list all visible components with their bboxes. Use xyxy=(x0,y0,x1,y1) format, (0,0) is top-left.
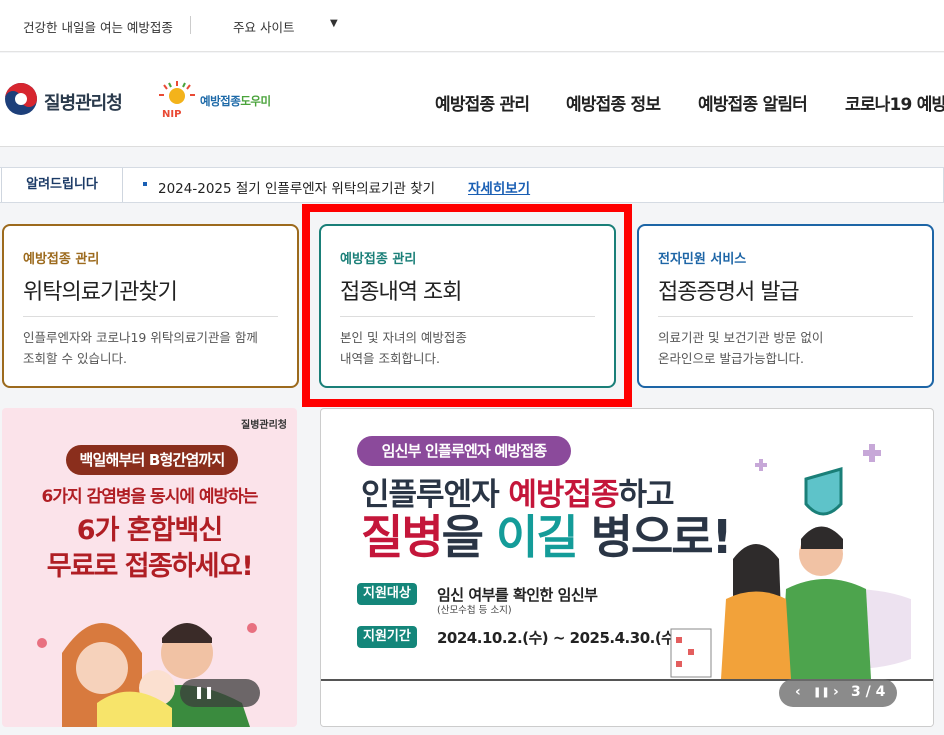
nav-covid19[interactable]: 코로나19 예방 xyxy=(845,90,944,115)
divider xyxy=(658,316,913,317)
banner-logo: 질병관리청 xyxy=(241,420,287,431)
notice-more-link[interactable]: 자세히보기 xyxy=(468,177,530,197)
caret-down-icon[interactable]: ▼ xyxy=(330,18,338,29)
pause-icon: ❚❚ xyxy=(194,685,215,699)
support-target-tag: 지원대상 xyxy=(357,583,417,605)
pause-icon[interactable]: ❚❚ xyxy=(813,687,830,698)
banner-headline: 무료로 접종하세요! xyxy=(46,551,254,582)
nip-logo[interactable]: NIP 예방접종도우미 xyxy=(156,81,296,120)
highlight-box xyxy=(302,204,632,407)
major-sites-dropdown[interactable]: 주요 사이트 xyxy=(233,17,294,36)
banner-hexavalent-vaccine[interactable]: 질병관리청 백일해부터 B형간염까지 6가지 감염병을 동시에 예방하는 6가 … xyxy=(2,408,297,727)
slide-counter: 3 / 4 xyxy=(851,684,886,700)
card-title: 접종증명서 발급 xyxy=(658,280,800,305)
support-target-sub: (산모수첩 등 소지) xyxy=(437,605,512,616)
card-description: 인플루엔자와 코로나19 위탁의료기관을 함께 조회할 수 있습니다. xyxy=(23,330,258,366)
banner-pill: 백일해부터 B형간염까지 xyxy=(66,445,238,475)
top-utility-bar: 건강한 내일을 여는 예방접종 주요 사이트 ▼ xyxy=(0,0,944,52)
card-title: 위탁의료기관찾기 xyxy=(23,280,178,305)
support-period-tag: 지원기간 xyxy=(357,626,417,648)
family-illustration xyxy=(37,623,257,727)
chevron-left-icon[interactable]: ‹ xyxy=(795,684,801,700)
kdca-logo-text: 질병관리청 xyxy=(44,93,123,114)
couple-illustration xyxy=(670,444,911,679)
notice-bar: 알려드립니다 2024-2025 절기 인플루엔자 위탁의료기관 찾기 자세히보… xyxy=(0,167,944,203)
bullet-icon xyxy=(143,182,147,186)
card-description: 의료기관 및 보건기관 방문 없이 온라인으로 발급가능합니다. xyxy=(658,330,824,366)
card-category: 전자민원 서비스 xyxy=(658,252,747,267)
site-header: 질병관리청 NIP 예방접종도우미 예방접종 관리 예방접종 정보 예방접종 알… xyxy=(0,53,944,147)
support-period-text: 2024.10.2.(수) ~ 2025.4.30.(수) xyxy=(437,629,681,647)
banner-pill: 임신부 인플루엔자 예방접종 xyxy=(357,436,571,466)
nip-logo-text: 예방접종도우미 xyxy=(200,94,271,108)
kdca-logo[interactable]: 질병관리청 xyxy=(4,82,144,118)
banner-left-pause-button[interactable]: ❚❚ xyxy=(180,679,260,707)
nip-sun-icon: NIP xyxy=(159,81,195,120)
site-tagline: 건강한 내일을 여는 예방접종 xyxy=(23,20,173,35)
banner-line: 6가지 감염병을 동시에 예방하는 xyxy=(41,487,259,507)
nav-vaccination-management[interactable]: 예방접종 관리 xyxy=(435,90,530,115)
chevron-right-icon[interactable]: › xyxy=(833,684,839,700)
nip-small-text: NIP xyxy=(162,109,181,119)
notice-text[interactable]: 2024-2025 절기 인플루엔자 위탁의료기관 찾기 xyxy=(158,177,435,197)
kdca-emblem-icon xyxy=(5,83,37,115)
card-category: 예방접종 관리 xyxy=(23,252,100,267)
nav-vaccination-notice[interactable]: 예방접종 알림터 xyxy=(698,90,808,115)
divider xyxy=(23,316,278,317)
card-certificate[interactable]: 전자민원 서비스 접종증명서 발급 의료기관 및 보건기관 방문 없이 온라인으로… xyxy=(637,224,934,388)
notice-label: 알려드립니다 xyxy=(1,168,123,202)
divider xyxy=(190,16,191,34)
nav-vaccination-info[interactable]: 예방접종 정보 xyxy=(566,90,661,115)
card-find-clinic[interactable]: 예방접종 관리 위탁의료기관찾기 인플루엔자와 코로나19 위탁의료기관을 함께… xyxy=(2,224,299,388)
banner-headline: 6가 혼합백신 xyxy=(76,515,223,546)
banner-slider-controls: ‹ ❚❚ › 3 / 4 xyxy=(779,679,897,707)
